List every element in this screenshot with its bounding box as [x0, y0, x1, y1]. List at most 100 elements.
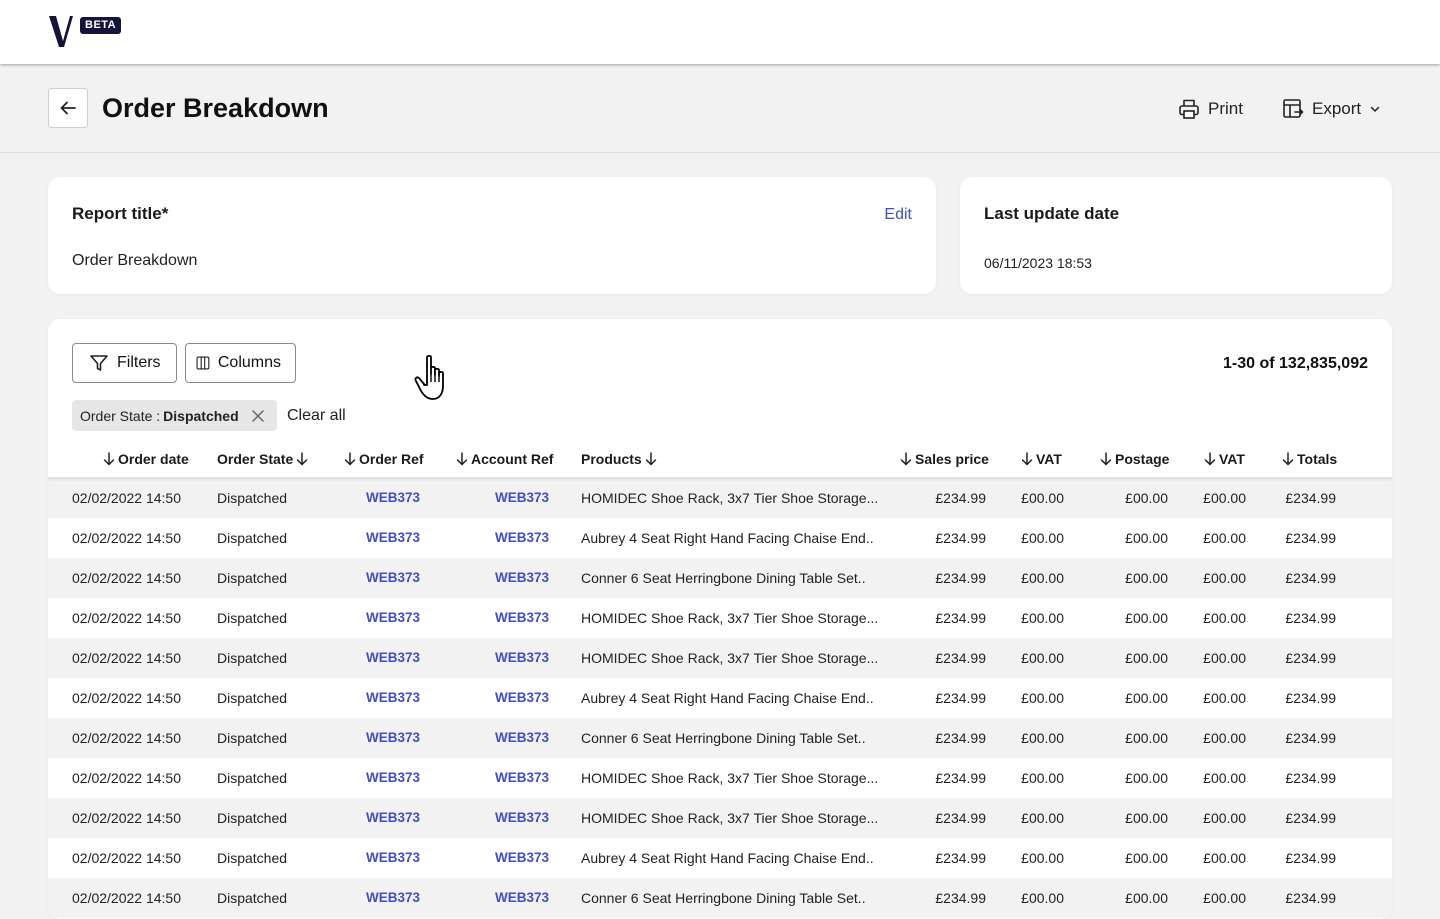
column-header-order-ref[interactable]: Order Ref	[344, 451, 424, 467]
cell-postage: £00.00	[1125, 610, 1168, 626]
cell-account-ref[interactable]: WEB373	[495, 650, 549, 665]
cell-order-state: Dispatched	[217, 490, 288, 506]
cell-vat-2: £00.00	[1203, 890, 1246, 906]
cell-order-ref[interactable]: WEB373	[366, 650, 420, 665]
last-update-label: Last update date	[984, 204, 1120, 223]
cell-products: Conner 6 Seat Herringbone Dining Table S…	[581, 570, 866, 586]
columns-button[interactable]: Columns	[185, 343, 296, 383]
cell-totals: £234.99	[1285, 530, 1336, 546]
cell-postage: £00.00	[1125, 570, 1168, 586]
cell-order-state: Dispatched	[217, 690, 288, 706]
cell-order-date: 02/02/2022 14:50	[72, 490, 181, 506]
table-header: Order date Order State Order Ref Account…	[48, 443, 1392, 478]
cell-account-ref[interactable]: WEB373	[495, 810, 549, 825]
column-header-vat[interactable]: VAT	[1021, 451, 1062, 467]
cell-sales-price: £234.99	[935, 850, 986, 866]
column-header-label: Account Ref	[471, 451, 554, 467]
export-button[interactable]: Export	[1282, 97, 1381, 121]
cell-order-date: 02/02/2022 14:50	[72, 650, 181, 666]
column-header-products[interactable]: Products	[581, 451, 657, 467]
cell-postage: £00.00	[1125, 770, 1168, 786]
back-button[interactable]	[48, 88, 88, 128]
cell-order-state: Dispatched	[217, 730, 288, 746]
cell-totals: £234.99	[1285, 890, 1336, 906]
cell-account-ref[interactable]: WEB373	[495, 530, 549, 545]
cell-account-ref[interactable]: WEB373	[495, 770, 549, 785]
sort-arrow-down-icon	[456, 452, 468, 466]
cell-order-state: Dispatched	[217, 770, 288, 786]
sort-arrow-down-icon	[1282, 452, 1294, 466]
cell-sales-price: £234.99	[935, 530, 986, 546]
cell-account-ref[interactable]: WEB373	[495, 690, 549, 705]
cell-order-ref[interactable]: WEB373	[366, 690, 420, 705]
column-header-label: VAT	[1219, 451, 1245, 467]
cell-vat: £00.00	[1021, 690, 1064, 706]
cell-sales-price: £234.99	[935, 890, 986, 906]
cell-products: Aubrey 4 Seat Right Hand Facing Chaise E…	[581, 530, 874, 546]
column-header-label: Postage	[1115, 451, 1170, 467]
cell-products: Aubrey 4 Seat Right Hand Facing Chaise E…	[581, 690, 874, 706]
top-bar: BETA	[0, 0, 1440, 64]
cell-vat-2: £00.00	[1203, 570, 1246, 586]
table-row[interactable]: 02/02/2022 14:50 Dispatched WEB373 WEB373 Au…	[48, 518, 1392, 558]
cell-account-ref[interactable]: WEB373	[495, 610, 549, 625]
cell-order-ref[interactable]: WEB373	[366, 570, 420, 585]
clear-all-filters-link[interactable]: Clear all	[287, 407, 346, 425]
cell-order-ref[interactable]: WEB373	[366, 850, 420, 865]
cell-postage: £00.00	[1125, 650, 1168, 666]
brand-logo[interactable]: BETA	[48, 14, 128, 54]
cell-order-ref[interactable]: WEB373	[366, 490, 420, 505]
column-header-order-state[interactable]: Order State	[217, 451, 308, 467]
sort-arrow-down-icon	[344, 452, 356, 466]
column-header-order-date[interactable]: Order date	[103, 451, 189, 467]
table-row[interactable]: 02/02/2022 14:50 Dispatched WEB373 WEB373 HO…	[48, 798, 1392, 838]
print-button[interactable]: Print	[1178, 97, 1243, 121]
edit-report-title-link[interactable]: Edit	[884, 206, 912, 224]
close-icon	[251, 409, 264, 422]
cell-account-ref[interactable]: WEB373	[495, 850, 549, 865]
filters-button[interactable]: Filters	[72, 343, 177, 383]
table-row[interactable]: 02/02/2022 14:50 Dispatched WEB373 WEB373 Co…	[48, 558, 1392, 598]
column-header-sales-price[interactable]: Sales price	[900, 451, 989, 467]
cell-order-state: Dispatched	[217, 610, 288, 626]
cell-order-ref[interactable]: WEB373	[366, 530, 420, 545]
cell-order-date: 02/02/2022 14:50	[72, 610, 181, 626]
column-header-vat-2[interactable]: VAT	[1204, 451, 1245, 467]
cell-vat-2: £00.00	[1203, 650, 1246, 666]
printer-icon	[1179, 99, 1199, 119]
cell-products: Aubrey 4 Seat Right Hand Facing Chaise E…	[581, 850, 874, 866]
table-row[interactable]: 02/02/2022 14:50 Dispatched WEB373 WEB373 Co…	[48, 878, 1392, 918]
table-row[interactable]: 02/02/2022 14:50 Dispatched WEB373 WEB373 Au…	[48, 678, 1392, 718]
remove-filter-button[interactable]	[251, 409, 265, 423]
cell-order-ref[interactable]: WEB373	[366, 610, 420, 625]
cell-order-ref[interactable]: WEB373	[366, 810, 420, 825]
cell-order-date: 02/02/2022 14:50	[72, 850, 181, 866]
cell-order-ref[interactable]: WEB373	[366, 770, 420, 785]
column-header-totals[interactable]: Totals	[1282, 451, 1337, 467]
cell-postage: £00.00	[1125, 850, 1168, 866]
table-row[interactable]: 02/02/2022 14:50 Dispatched WEB373 WEB373 HO…	[48, 478, 1392, 518]
funnel-icon	[90, 355, 108, 371]
cell-account-ref[interactable]: WEB373	[495, 570, 549, 585]
cell-account-ref[interactable]: WEB373	[495, 890, 549, 905]
cell-account-ref[interactable]: WEB373	[495, 490, 549, 505]
table-row[interactable]: 02/02/2022 14:50 Dispatched WEB373 WEB373 Co…	[48, 718, 1392, 758]
export-table-icon	[1283, 99, 1304, 118]
column-header-postage[interactable]: Postage	[1100, 451, 1169, 467]
cell-order-ref[interactable]: WEB373	[366, 730, 420, 745]
table-row[interactable]: 02/02/2022 14:50 Dispatched WEB373 WEB373 HO…	[48, 758, 1392, 798]
cell-order-ref[interactable]: WEB373	[366, 890, 420, 905]
pagination-range: 1-30 of 132,835,092	[1223, 355, 1368, 372]
sort-arrow-down-icon	[1021, 452, 1033, 466]
table-row[interactable]: 02/02/2022 14:50 Dispatched WEB373 WEB373 Au…	[48, 838, 1392, 878]
table-row[interactable]: 02/02/2022 14:50 Dispatched WEB373 WEB373 HO…	[48, 598, 1392, 638]
cell-account-ref[interactable]: WEB373	[495, 730, 549, 745]
column-header-account-ref[interactable]: Account Ref	[456, 451, 553, 467]
table-row[interactable]: 02/02/2022 14:50 Dispatched WEB373 WEB373 HO…	[48, 638, 1392, 678]
cell-vat: £00.00	[1021, 810, 1064, 826]
cell-products: HOMIDEC Shoe Rack, 3x7 Tier Shoe Storage…	[581, 770, 879, 786]
cell-order-state: Dispatched	[217, 650, 288, 666]
cell-vat-2: £00.00	[1203, 730, 1246, 746]
report-title-value: Order Breakdown	[72, 252, 198, 269]
filter-chip-key: Order State :	[80, 407, 161, 424]
